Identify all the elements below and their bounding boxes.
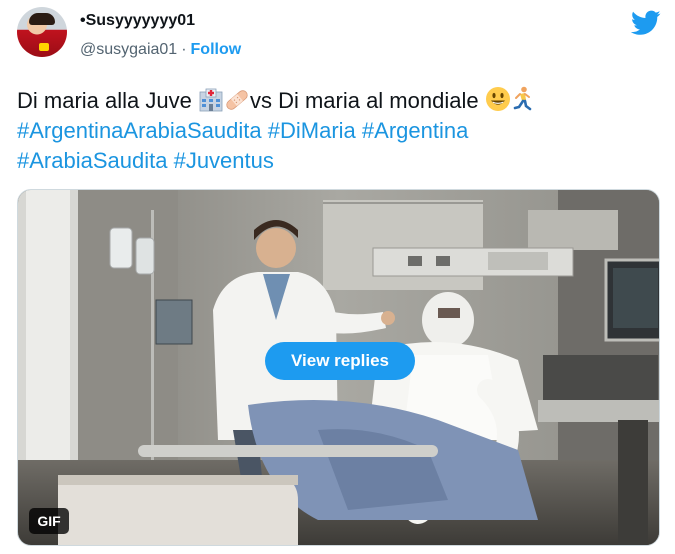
gif-badge: GIF bbox=[29, 508, 69, 534]
hospital-icon bbox=[199, 88, 223, 112]
tweet-line-3: #ArabiaSaudita #Juventus bbox=[17, 146, 657, 176]
hashtag-link[interactable]: #Juventus bbox=[174, 148, 274, 173]
tweet-text-part1: Di maria alla Juve bbox=[17, 88, 198, 113]
twitter-bird-icon[interactable] bbox=[631, 10, 661, 36]
hashtag-link[interactable]: #Argentina bbox=[362, 118, 468, 143]
hashtag-link[interactable]: #DiMaria bbox=[268, 118, 356, 143]
author-handle[interactable]: @susygaia01 bbox=[80, 41, 177, 58]
follow-button[interactable]: Follow bbox=[191, 41, 242, 58]
tweet-line-1: Di maria alla Juve vs Di maria al mondia… bbox=[17, 86, 657, 116]
tweet-text-part2: vs Di maria al mondiale bbox=[249, 88, 485, 113]
avatar[interactable] bbox=[17, 7, 67, 57]
media-gif-card[interactable]: View replies GIF bbox=[17, 189, 660, 546]
author-handle-row: @susygaia01 · Follow bbox=[80, 41, 241, 59]
hashtag-link[interactable]: #ArabiaSaudita bbox=[17, 148, 167, 173]
hashtag-link[interactable]: #ArgentinaArabiaSaudita bbox=[17, 118, 262, 143]
avatar-badge-shape bbox=[39, 43, 49, 51]
tweet-line-2: #ArgentinaArabiaSaudita #DiMaria #Argent… bbox=[17, 116, 657, 146]
author-name[interactable]: •Susyyyyyyy01 bbox=[80, 12, 195, 30]
separator-dot: · bbox=[181, 41, 187, 58]
smiley-icon bbox=[485, 87, 510, 111]
view-replies-button[interactable]: View replies bbox=[265, 342, 415, 380]
bandage-icon bbox=[226, 90, 248, 110]
runner-icon bbox=[513, 86, 532, 111]
avatar-cap-shape bbox=[29, 13, 55, 25]
tweet-text: Di maria alla Juve vs Di maria al mondia… bbox=[17, 86, 657, 176]
